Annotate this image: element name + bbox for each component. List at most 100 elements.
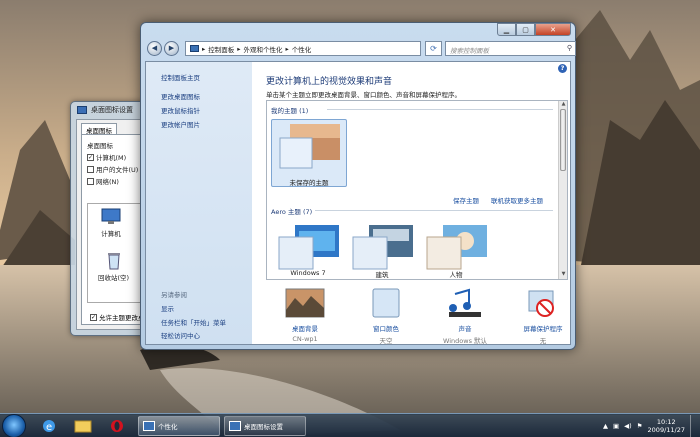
get-more-themes-link[interactable]: 联机获取更多主题	[491, 195, 543, 205]
search-input[interactable]: 搜索控制面板 ⚲	[445, 41, 576, 56]
clock[interactable]: 10:12 2009/11/27	[648, 418, 685, 434]
svg-text:e: e	[46, 422, 52, 433]
screen-saver-button[interactable]: 屏幕保护程序 无	[508, 288, 578, 345]
opera-icon[interactable]	[102, 416, 132, 436]
group-label: 桌面图标	[87, 142, 113, 150]
internet-explorer-icon[interactable]: e	[34, 416, 64, 436]
theme-tile-people[interactable]: 人物	[421, 221, 491, 279]
setting-label: 声音	[458, 325, 472, 333]
setting-label: 窗口颜色	[373, 325, 399, 333]
sound-icon	[449, 288, 481, 317]
desktop-background-button[interactable]: 桌面背景 CN-wp1	[270, 288, 340, 343]
task-label: 个性化	[158, 423, 178, 431]
breadcrumb-appearance[interactable]: 外观和个性化	[244, 44, 283, 54]
screen-saver-icon	[528, 290, 554, 317]
forward-button[interactable]: ▶	[164, 41, 179, 56]
desktop-icon-settings-icon	[229, 421, 241, 431]
main-pane: ? 更改计算机上的视觉效果和声音 单击某个主题立即更改桌面背景、窗口颜色、声音和…	[252, 62, 570, 345]
close-button[interactable]: ✕	[535, 23, 571, 36]
chevron-right-icon: ▸	[202, 44, 206, 53]
link-change-account-picture[interactable]: 更改帐户图片	[161, 119, 200, 129]
search-placeholder: 搜索控制面板	[450, 47, 489, 55]
scroll-down-arrow[interactable]: ▼	[559, 271, 567, 279]
section-divider	[315, 210, 553, 211]
sounds-button[interactable]: 声音 Windows 默认	[430, 288, 500, 345]
scroll-up-arrow[interactable]: ▲	[559, 101, 567, 109]
checkbox-user-files[interactable]: 用户的文件(U)	[87, 164, 138, 174]
refresh-button[interactable]: ⟳	[425, 41, 442, 56]
breadcrumb-control-panel[interactable]: 控制面板	[208, 44, 234, 54]
theme-list-scrollbar[interactable]: ▲ ▼	[558, 101, 567, 279]
see-also-header: 另请参阅	[161, 291, 187, 299]
network-icon[interactable]: ▣	[613, 422, 619, 430]
maximize-button[interactable]: ▢	[516, 23, 535, 36]
checkbox-box[interactable]: ✓	[90, 313, 97, 321]
page-title: 更改计算机上的视觉效果和声音	[266, 77, 393, 87]
setting-label: 屏幕保护程序	[523, 325, 563, 333]
link-taskbar-start-menu[interactable]: 任务栏和「开始」菜单	[161, 317, 226, 327]
theme-tile-windows7[interactable]: Windows 7	[273, 221, 343, 279]
theme-tile-unsaved[interactable]: 未保存的主题	[271, 119, 347, 187]
breadcrumb-personalization[interactable]: 个性化	[292, 44, 312, 54]
my-themes-header: 我的主题 (1)	[271, 107, 309, 115]
scrollbar-thumb[interactable]	[560, 109, 566, 171]
show-hidden-icons-button[interactable]: ▲	[603, 422, 608, 430]
desktop-icon-label: 回收站(空)	[98, 274, 130, 282]
setting-value: 无	[539, 337, 547, 345]
list-item[interactable]: 计算机	[100, 208, 122, 238]
checkbox-box[interactable]: ✓	[87, 153, 94, 161]
link-change-mouse-pointers[interactable]: 更改鼠标指针	[161, 105, 200, 115]
taskbar: e 个性化 桌面图标设置 ▲ ▣ ◀) ⚑ 10:12 2009/11/27	[0, 413, 700, 437]
window-content: 控制面板主页 更改桌面图标 更改鼠标指针 更改帐户图片 另请参阅 显示 任务栏和…	[145, 61, 571, 345]
system-tray: ▲ ▣ ◀) ⚑ 10:12 2009/11/27	[603, 414, 698, 437]
link-ease-of-access[interactable]: 轻松访问中心	[161, 330, 200, 340]
taskbar-item-desktop-icon-settings[interactable]: 桌面图标设置	[224, 416, 306, 436]
help-icon[interactable]: ?	[558, 64, 567, 73]
start-button[interactable]	[2, 414, 26, 437]
desktop-background-icon	[285, 288, 325, 318]
setting-value: 天空	[379, 337, 393, 345]
checkbox-computer[interactable]: ✓ 计算机(M)	[87, 152, 138, 162]
theme-preview	[352, 225, 413, 270]
theme-preview	[426, 225, 487, 270]
flag-icon[interactable]: ⚑	[637, 422, 643, 430]
window-color-icon	[372, 288, 400, 318]
minimize-button[interactable]: ▁	[497, 23, 516, 36]
back-button[interactable]: ◀	[147, 41, 162, 56]
chevron-right-icon: ▸	[237, 44, 241, 53]
link-control-panel-home[interactable]: 控制面板主页	[161, 72, 200, 82]
checkbox-box[interactable]	[87, 177, 94, 185]
task-label: 桌面图标设置	[244, 423, 283, 431]
clock-date: 2009/11/27	[647, 426, 685, 434]
list-item[interactable]: 回收站(空)	[98, 252, 129, 282]
checkbox-network[interactable]: 网络(N)	[87, 176, 138, 186]
taskbar-item-personalization[interactable]: 个性化	[138, 416, 220, 436]
theme-name: 未保存的主题	[289, 179, 329, 187]
search-icon[interactable]: ⚲	[567, 44, 572, 52]
control-panel-icon	[143, 421, 155, 431]
computer-icon	[101, 208, 121, 224]
chevron-right-icon: ▸	[285, 44, 289, 53]
theme-list[interactable]: 我的主题 (1) 未保存的主题 保存主题 联机获取更多主题 Aero 主题 (7…	[266, 100, 568, 280]
save-theme-link[interactable]: 保存主题	[453, 195, 479, 205]
explorer-folder-icon[interactable]	[68, 416, 98, 436]
theme-preview	[278, 225, 339, 270]
checkbox-box[interactable]	[87, 165, 94, 173]
volume-icon[interactable]: ◀)	[624, 422, 632, 430]
checkbox-label: 计算机(M)	[96, 154, 127, 162]
link-change-desktop-icons[interactable]: 更改桌面图标	[161, 91, 200, 101]
theme-name: 建筑	[375, 271, 389, 279]
show-desktop-button[interactable]	[690, 415, 698, 437]
theme-tile-architecture[interactable]: 建筑	[347, 221, 417, 279]
address-bar[interactable]: ▸ 控制面板 ▸ 外观和个性化 ▸ 个性化	[185, 41, 421, 56]
personalization-window[interactable]: ▁ ▢ ✕ ◀ ▶ ▸ 控制面板 ▸ 外观和个性化 ▸ 个性化 ⟳ 搜索控制面板…	[140, 22, 576, 350]
window-color-button[interactable]: 窗口颜色 天空	[351, 288, 421, 345]
link-display[interactable]: 显示	[161, 303, 174, 313]
theme-name: Windows 7	[290, 269, 326, 277]
caption-buttons: ▁ ▢ ✕	[497, 23, 571, 36]
page-subtitle: 单击某个主题立即更改桌面背景、窗口颜色、声音和屏幕保护程序。	[266, 91, 461, 99]
tab-desktop-icons[interactable]: 桌面图标	[81, 123, 117, 135]
clock-time: 10:12	[656, 418, 676, 426]
setting-value: CN-wp1	[292, 335, 318, 343]
desktop-icons-group: 桌面图标 ✓ 计算机(M) 用户的文件(U) 网络(N)	[87, 140, 138, 186]
